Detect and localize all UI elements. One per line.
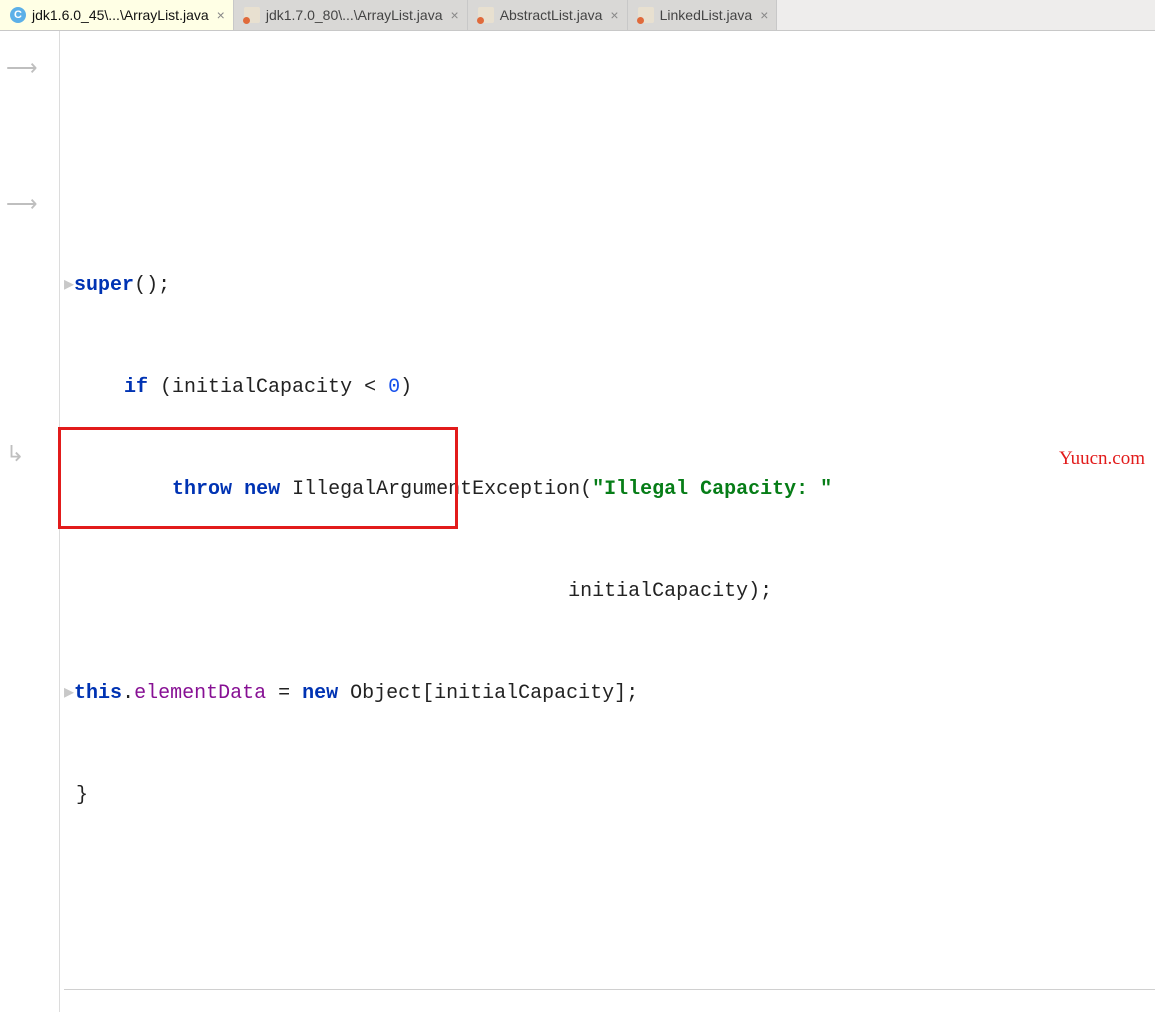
java-icon [244,7,260,23]
code-line [64,167,1155,201]
tab-bar: C jdk1.6.0_45\...\ArrayList.java × jdk1.… [0,0,1155,31]
arrow-icon: ⟶ [6,53,36,87]
tab-label: LinkedList.java [660,7,753,23]
close-icon[interactable]: × [217,8,225,22]
java-icon [638,7,654,23]
arrow-icon: ↳ [6,439,22,473]
code-line: ▸super(); [64,269,1155,303]
tab-linkedlist[interactable]: LinkedList.java × [628,0,778,30]
code-editor[interactable]: ⟶ ⟶ ↳ ▸super(); if (initialCapacity < 0)… [0,31,1155,1012]
java-icon [478,7,494,23]
arrow-icon: ⟶ [6,189,36,223]
code-line: initialCapacity); [64,575,1155,609]
close-icon[interactable]: × [610,8,618,22]
close-icon[interactable]: × [451,8,459,22]
tab-label: jdk1.6.0_45\...\ArrayList.java [32,7,209,23]
code-line: if (initialCapacity < 0) [64,371,1155,405]
tab-arraylist-jdk7[interactable]: jdk1.7.0_80\...\ArrayList.java × [234,0,468,30]
code-line [64,881,1155,915]
watermark: Yuucn.com [1059,448,1145,470]
method-separator [64,989,1155,990]
tab-arraylist-jdk6[interactable]: C jdk1.6.0_45\...\ArrayList.java × [0,0,234,30]
code-line: throw new IllegalArgumentException("Ille… [64,473,1155,507]
tab-label: AbstractList.java [500,7,603,23]
code-line: } [64,779,1155,813]
class-icon: C [10,7,26,23]
tab-abstractlist[interactable]: AbstractList.java × [468,0,628,30]
gutter: ⟶ ⟶ ↳ [0,31,60,1012]
close-icon[interactable]: × [760,8,768,22]
code-line: ▸this.elementData = new Object[initialCa… [64,677,1155,711]
tab-label: jdk1.7.0_80\...\ArrayList.java [266,7,443,23]
